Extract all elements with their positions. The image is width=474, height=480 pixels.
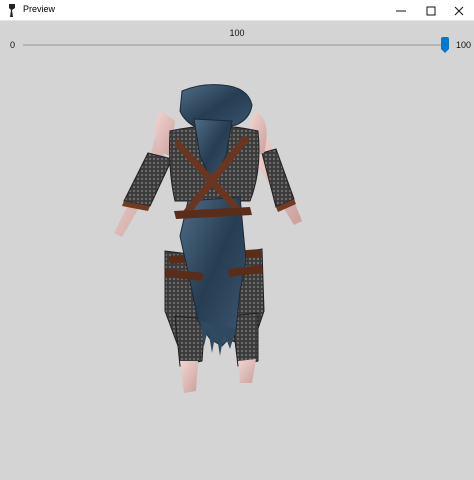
title-bar: Preview: [0, 0, 474, 21]
slider-track[interactable]: [23, 44, 447, 46]
maximize-icon: [426, 6, 436, 15]
slider-thumb[interactable]: [441, 37, 449, 53]
armor-model: [114, 84, 302, 393]
maximize-button[interactable]: [416, 0, 446, 21]
window-title: Preview: [23, 4, 56, 14]
slider-fill: [23, 44, 447, 46]
close-button[interactable]: [444, 0, 474, 21]
preview-viewport[interactable]: [0, 61, 474, 475]
slider-min-label: 0: [10, 40, 16, 50]
minimize-button[interactable]: [386, 0, 416, 21]
close-icon: [454, 6, 464, 15]
slider-max-label: 100: [456, 40, 472, 50]
paintbrush-icon: [9, 4, 15, 17]
slider-value: 100: [229, 28, 245, 38]
slider-row: 100 0 100: [0, 21, 474, 61]
minimize-icon: [396, 10, 406, 11]
